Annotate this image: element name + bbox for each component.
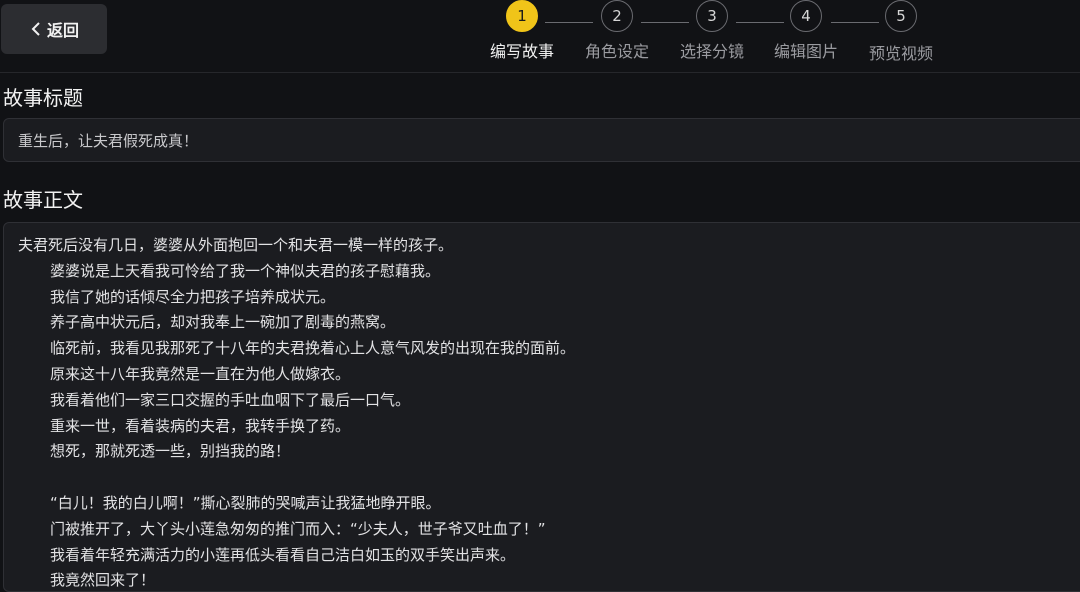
step-number: 5 (885, 0, 917, 32)
step-4[interactable]: 4 编辑图片 (766, 0, 846, 62)
step-1[interactable]: 1 编写故事 (482, 0, 562, 62)
step-label: 选择分镜 (679, 42, 744, 61)
story-body-label: 故事正文 (3, 188, 83, 212)
story-title-value: 重生后，让夫君假死成真！ (18, 131, 199, 150)
story-body-line: 原来这十八年我竟然是一直在为他人做嫁衣。 (50, 364, 351, 383)
story-body-line: 养子高中状元后，却对我奉上一碗加了剧毒的燕窝。 (50, 313, 396, 332)
story-body-line: 我竟然回来了！ (50, 571, 156, 590)
step-number: 3 (696, 0, 728, 32)
step-number: 2 (601, 0, 633, 32)
story-body-line: 门被推开了，大丫头小莲急匆匆的推门而入：“少夫人，世子爷又吐血了！” (50, 519, 546, 538)
story-body-line: 我看着年轻充满活力的小莲再低头看看自己洁白如玉的双手笑出声来。 (50, 545, 516, 564)
step-2[interactable]: 2 角色设定 (577, 0, 657, 62)
story-body-line: “白儿！我的白儿啊！”撕心裂肺的哭喊声让我猛地睁开眼。 (50, 493, 441, 512)
story-body-line: 重来一世，看着装病的夫君，我转手换了药。 (50, 416, 351, 435)
story-body-line: 想死，那就死透一些，别挡我的路！ (50, 442, 291, 461)
step-indicator: 1 编写故事 2 角色设定 3 选择分镜 4 编辑图片 5 预览视频 (0, 0, 1080, 72)
step-label: 角色设定 (584, 42, 649, 61)
story-body-line: 我信了她的话倾尽全力把孩子培养成状元。 (50, 287, 336, 306)
story-title-label: 故事标题 (3, 86, 83, 110)
top-bar: 返回 1 编写故事 2 角色设定 3 选择分镜 4 编辑图片 5 预览视频 (0, 0, 1080, 73)
story-title-input[interactable]: 重生后，让夫君假死成真！ (3, 118, 1080, 162)
step-label: 编辑图片 (773, 42, 838, 61)
story-body-line: 婆婆说是上天看我可怜给了我一个神似夫君的孩子慰藉我。 (50, 261, 441, 280)
step-number: 1 (506, 0, 538, 32)
step-5[interactable]: 5 预览视频 (861, 0, 941, 64)
story-body-line (18, 465, 1078, 491)
story-body-textarea[interactable]: 夫君死后没有几日，婆婆从外面抱回一个和夫君一模一样的孩子。婆婆说是上天看我可怜给… (3, 222, 1080, 592)
story-body-line: 临死前，我看见我那死了十八年的夫君挽着心上人意气风发的出现在我的面前。 (50, 339, 576, 358)
step-label: 编写故事 (489, 42, 554, 61)
story-body-line: 我看着他们一家三口交握的手吐血咽下了最后一口气。 (50, 390, 411, 409)
step-number: 4 (790, 0, 822, 32)
step-label: 预览视频 (868, 44, 933, 63)
step-3[interactable]: 3 选择分镜 (672, 0, 752, 62)
story-body-line: 夫君死后没有几日，婆婆从外面抱回一个和夫君一模一样的孩子。 (18, 236, 454, 254)
